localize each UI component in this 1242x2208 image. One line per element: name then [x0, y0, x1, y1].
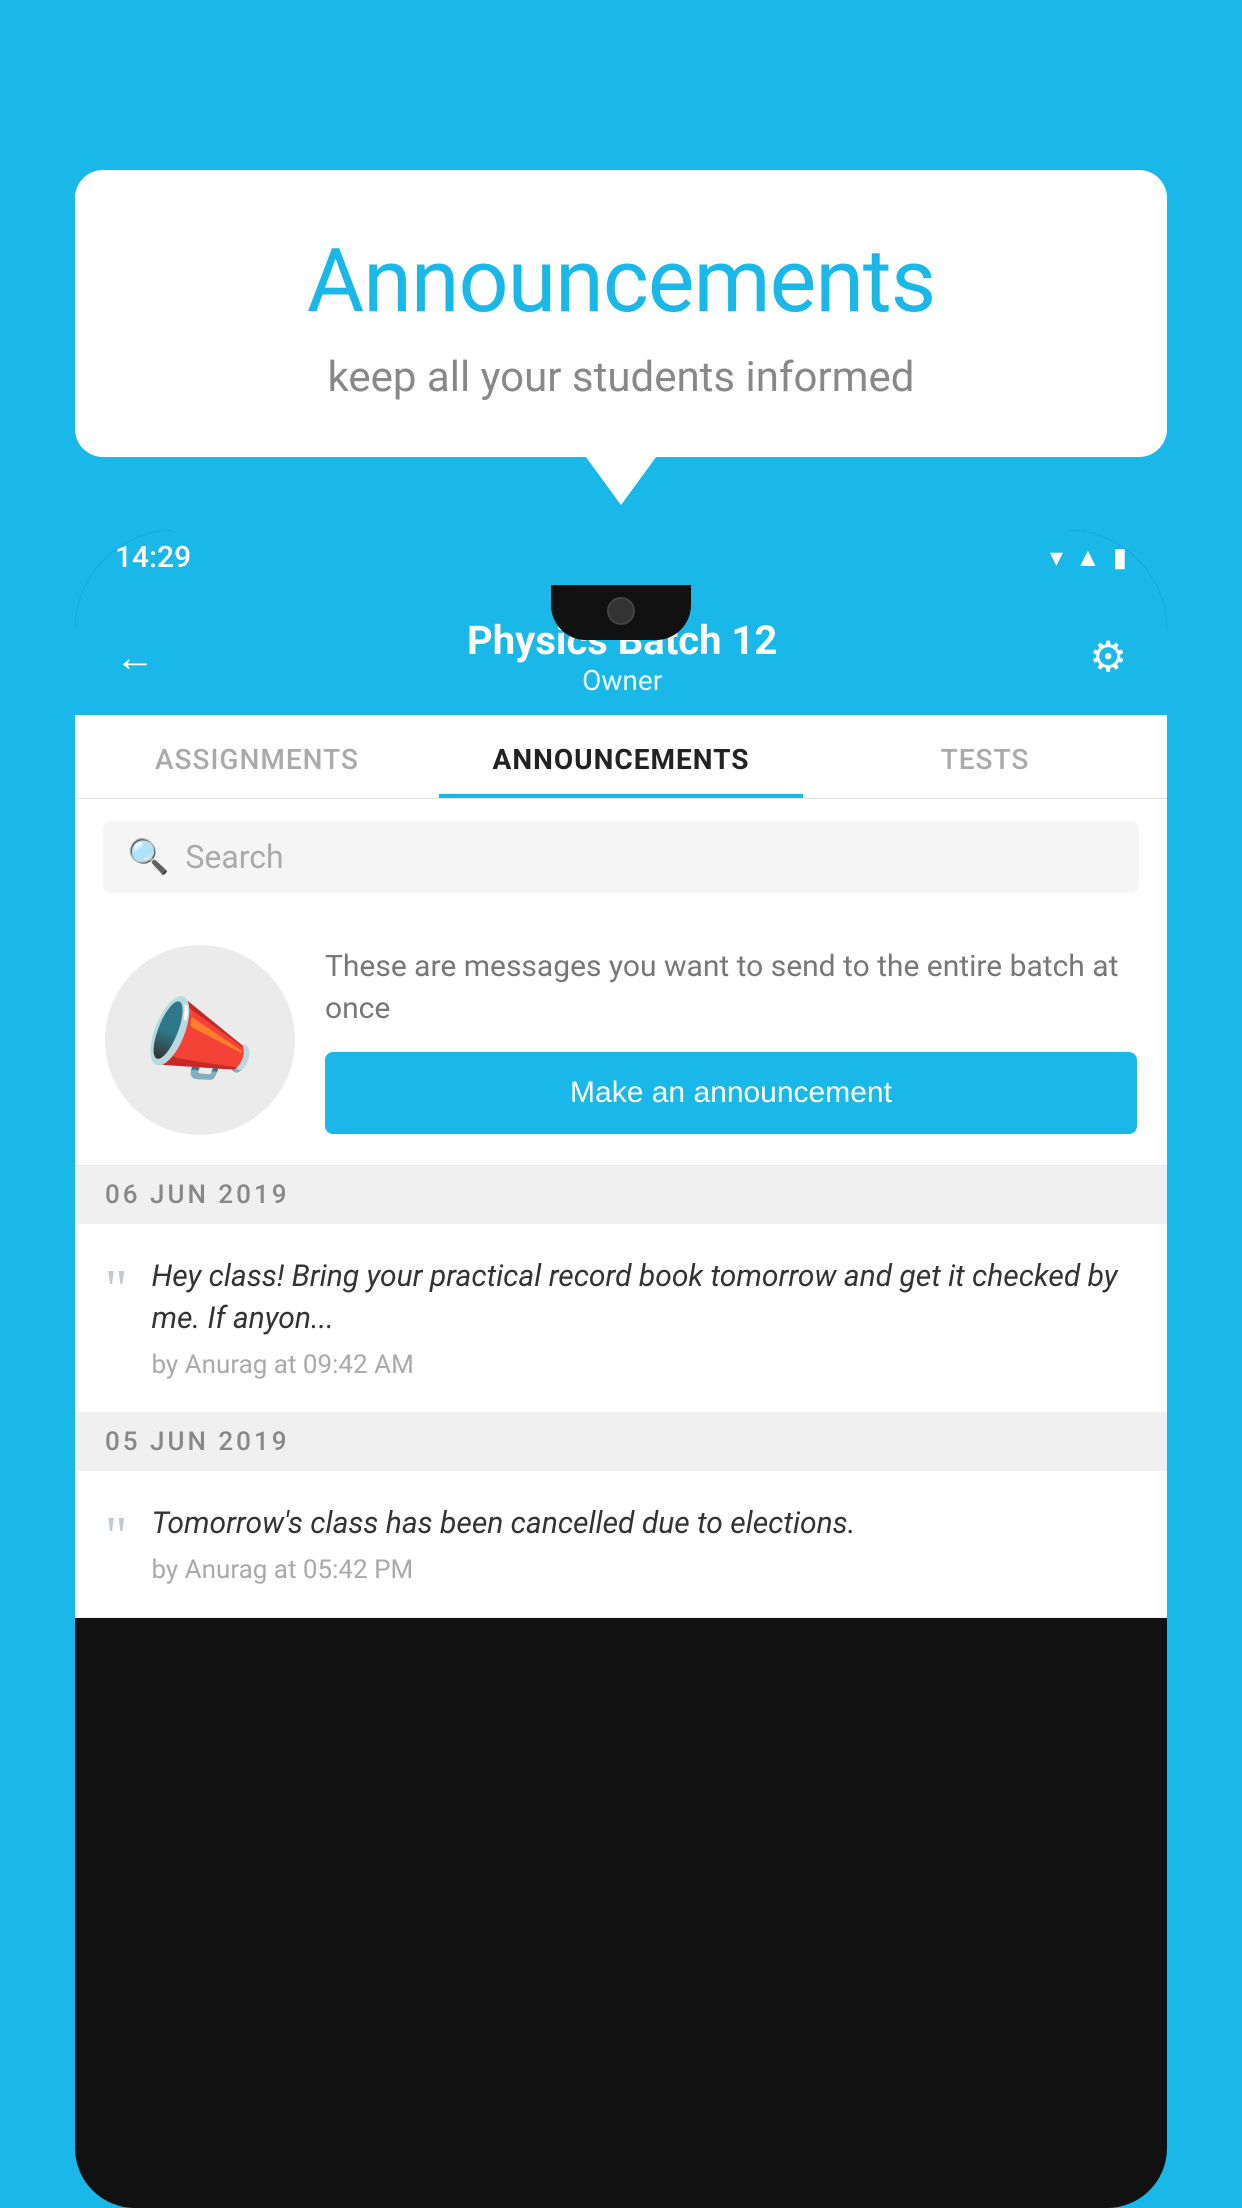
bubble-subtitle: keep all your students informed [135, 353, 1107, 402]
speech-bubble: Announcements keep all your students inf… [75, 170, 1167, 457]
phone-notch [551, 585, 691, 640]
date-label-1: 06 JUN 2019 [105, 1180, 290, 1210]
search-icon: 🔍 [127, 837, 169, 877]
status-bar: 14:29 ▾ ▲ ▮ [75, 530, 1167, 585]
tab-assignments[interactable]: ASSIGNMENTS [75, 715, 439, 798]
announce-description: These are messages you want to send to t… [325, 946, 1137, 1030]
phone-body: 🔍 Search 📣 These are messages you want t… [75, 799, 1167, 1618]
announce-right: These are messages you want to send to t… [325, 946, 1137, 1134]
announce-meta-2: by Anurag at 05:42 PM [151, 1555, 1137, 1585]
search-bar[interactable]: 🔍 Search [103, 821, 1139, 893]
wifi-icon: ▾ [1050, 543, 1063, 573]
tab-tests[interactable]: TESTS [803, 715, 1167, 798]
announce-content-2: Tomorrow's class has been cancelled due … [151, 1503, 1137, 1585]
speech-bubble-container: Announcements keep all your students inf… [75, 170, 1167, 457]
tabs-bar: ASSIGNMENTS ANNOUNCEMENTS TESTS [75, 715, 1167, 799]
settings-icon[interactable]: ⚙ [1089, 632, 1127, 682]
bubble-title: Announcements [135, 230, 1107, 333]
announcement-item-2[interactable]: " Tomorrow's class has been cancelled du… [75, 1471, 1167, 1618]
megaphone-icon: 📣 [144, 988, 256, 1093]
date-section-2: 05 JUN 2019 [75, 1413, 1167, 1471]
search-placeholder: Search [185, 838, 283, 876]
announce-meta-1: by Anurag at 09:42 AM [151, 1350, 1137, 1380]
battery-icon: ▮ [1113, 543, 1127, 573]
quote-icon-2: " [105, 1508, 127, 1563]
date-section-1: 06 JUN 2019 [75, 1166, 1167, 1224]
tab-announcements[interactable]: ANNOUNCEMENTS [439, 715, 803, 798]
make-announcement-button[interactable]: Make an announcement [325, 1052, 1137, 1134]
status-icons: ▾ ▲ ▮ [1050, 542, 1127, 573]
status-time: 14:29 [115, 540, 191, 575]
quote-icon-1: " [105, 1261, 127, 1316]
announce-content-1: Hey class! Bring your practical record b… [151, 1256, 1137, 1380]
announcement-item-1[interactable]: " Hey class! Bring your practical record… [75, 1224, 1167, 1413]
signal-icon: ▲ [1075, 542, 1101, 573]
announce-message-2: Tomorrow's class has been cancelled due … [151, 1503, 1137, 1545]
announcement-prompt: 📣 These are messages you want to send to… [75, 915, 1167, 1166]
header-subtitle: Owner [467, 664, 777, 697]
megaphone-circle: 📣 [105, 945, 295, 1135]
phone-frame: 14:29 ▾ ▲ ▮ ← Physics Batch 12 Owner ⚙ A… [75, 530, 1167, 2208]
date-label-2: 05 JUN 2019 [105, 1427, 290, 1457]
back-button[interactable]: ← [115, 634, 155, 681]
announce-message-1: Hey class! Bring your practical record b… [151, 1256, 1137, 1340]
phone-camera [607, 597, 635, 625]
